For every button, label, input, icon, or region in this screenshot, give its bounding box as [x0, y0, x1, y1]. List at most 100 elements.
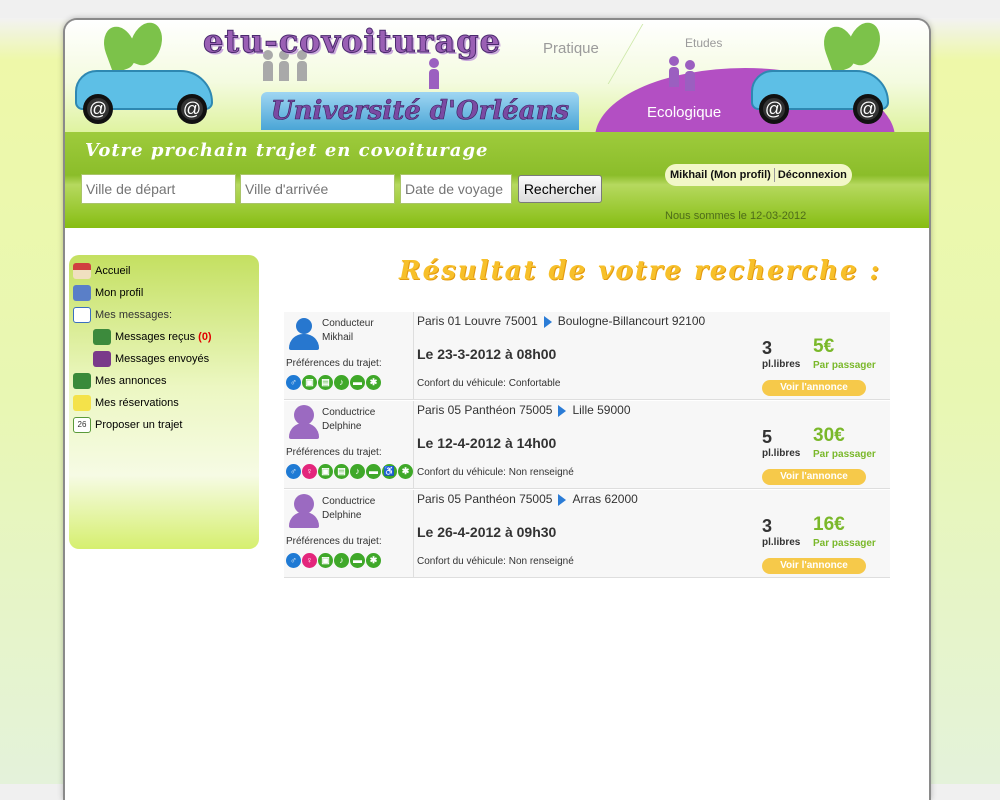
result-card: Conducteur Mikhail Préférences du trajet…	[284, 312, 890, 400]
driver-role: Conductrice	[322, 496, 376, 507]
luggage-pref-icon: ▣	[318, 464, 333, 479]
smoking-pref-icon: ▬	[350, 553, 365, 568]
profile-link[interactable]: Mikhail (Mon profil)	[670, 169, 771, 181]
sidebar-item-profile[interactable]: Mon profil	[73, 283, 143, 303]
site-banner: @ @ @ @ etu-covoiturage Université d'Orl…	[65, 20, 929, 132]
mail-icon	[73, 307, 91, 324]
arrow-right-icon	[558, 404, 567, 417]
music-pref-icon: ♪	[334, 553, 349, 568]
seats-label: pl.libres	[762, 448, 801, 459]
view-ad-button[interactable]: Voir l'annonce	[762, 380, 866, 396]
trip-date: Le 12-4-2012 à 14h00	[417, 435, 557, 451]
sidebar-item-my-ads[interactable]: Mes annonces	[73, 371, 167, 391]
female-avatar-icon	[288, 405, 320, 439]
search-band: Votre prochain trajet en covoiturage Rec…	[65, 132, 929, 228]
music-pref-icon: ♪	[334, 375, 349, 390]
vehicle-comfort: Confort du véhicule: Confortable	[417, 378, 561, 389]
preferences-label: Préférences du trajet:	[286, 536, 382, 547]
male-pref-icon: ♂	[286, 375, 301, 390]
lightbulb-icon	[73, 395, 91, 412]
turtle-icon	[73, 373, 91, 390]
arrival-input[interactable]	[240, 174, 395, 204]
preference-icons: ♂ ♀ ▣ ♪ ▬ ✱	[286, 550, 382, 568]
male-pref-icon: ♂	[286, 553, 301, 568]
price-label: Par passager	[813, 360, 876, 371]
calendar-icon: 26	[73, 417, 91, 434]
result-card: Conductrice Delphine Préférences du traj…	[284, 490, 890, 578]
sidebar-item-label: Messages envoyés	[115, 353, 210, 365]
result-card: Conductrice Delphine Préférences du traj…	[284, 401, 890, 489]
music-pref-icon: ♪	[350, 464, 365, 479]
seats-label: pl.libres	[762, 359, 801, 370]
driver-column: Conducteur Mikhail Préférences du trajet…	[284, 312, 414, 400]
female-pref-icon: ♀	[302, 464, 317, 479]
driver-column: Conductrice Delphine Préférences du traj…	[284, 401, 414, 489]
route-from: Paris 05 Panthéon 75005	[417, 492, 553, 506]
route-to: Boulogne-Billancourt 92100	[557, 314, 706, 328]
person-icon	[669, 56, 679, 87]
price-label: Par passager	[813, 449, 876, 460]
trip-price: 30€	[813, 425, 845, 446]
driver-role: Conductrice	[322, 407, 376, 418]
arrow-right-icon	[543, 315, 552, 328]
seats-available: 3	[762, 516, 773, 536]
route: Paris 05 Panthéon 75005 Lille 59000	[417, 403, 631, 417]
site-logo[interactable]: etu-covoiturage	[203, 22, 501, 61]
sidebar-item-messages-sent[interactable]: Messages envoyés	[93, 349, 209, 369]
trip-date: Le 26-4-2012 à 09h30	[417, 524, 557, 540]
route: Paris 01 Louvre 75001 Boulogne-Billancour…	[417, 314, 705, 328]
seats-available: 5	[762, 427, 773, 447]
sidebar-item-propose-trip[interactable]: 26 Proposer un trajet	[73, 415, 182, 435]
smoking-pref-icon: ▬	[366, 464, 381, 479]
unread-count: (0)	[198, 331, 212, 343]
logout-link[interactable]: Déconnexion	[778, 169, 847, 181]
search-button[interactable]: Rechercher	[518, 175, 602, 203]
preferences-label: Préférences du trajet:	[286, 447, 382, 458]
sidebar-item-label: Mes réservations	[95, 397, 179, 409]
university-name: Université d'Orléans	[261, 92, 579, 130]
sidebar-item-label: Messages reçus	[115, 331, 196, 343]
wheelchair-pref-icon: ♿	[382, 464, 397, 479]
sidebar-item-my-bookings[interactable]: Mes réservations	[73, 393, 179, 413]
person-icon	[685, 60, 695, 91]
driver-name[interactable]: Delphine	[322, 510, 361, 521]
route-to: Lille 59000	[572, 403, 631, 417]
male-pref-icon: ♂	[286, 464, 301, 479]
view-ad-button[interactable]: Voir l'annonce	[762, 558, 866, 574]
animal-pref-icon: ✱	[398, 464, 413, 479]
search-title: Votre prochain trajet en covoiturage	[85, 140, 489, 161]
vehicle-comfort: Confort du véhicule: Non renseigné	[417, 467, 574, 478]
price-label: Par passager	[813, 538, 876, 549]
sidebar-item-label: Accueil	[95, 265, 131, 277]
driver-name[interactable]: Mikhail	[322, 332, 353, 343]
sidebar-item-home[interactable]: Accueil	[73, 261, 130, 281]
preferences-label: Préférences du trajet:	[286, 358, 382, 369]
driver-role: Conducteur	[322, 318, 374, 329]
animal-pref-icon: ✱	[366, 375, 381, 390]
bag-pref-icon: ▤	[318, 375, 333, 390]
driver-column: Conductrice Delphine Préférences du traj…	[284, 490, 414, 578]
date-input[interactable]	[400, 174, 512, 204]
browser-top-strip	[0, 0, 1000, 18]
vehicle-comfort: Confort du véhicule: Non renseigné	[417, 556, 574, 567]
trip-price: 16€	[813, 514, 845, 535]
sidebar-messages-heading: Mes messages:	[73, 305, 172, 325]
view-ad-button[interactable]: Voir l'annonce	[762, 469, 866, 485]
sidebar-item-messages-received[interactable]: Messages reçus (0)	[93, 327, 212, 347]
trip-date: Le 23-3-2012 à 08h00	[417, 346, 557, 362]
user-pill: Mikhail (Mon profil) Déconnexion	[665, 164, 852, 186]
seats-available: 3	[762, 338, 773, 358]
luggage-pref-icon: ▣	[302, 375, 317, 390]
preference-icons: ♂ ▣ ▤ ♪ ▬ ✱	[286, 372, 382, 390]
current-date: Nous sommes le 12-03-2012	[665, 210, 807, 222]
preference-icons: ♂ ♀ ▣ ▤ ♪ ▬ ♿ ✱	[286, 461, 414, 479]
driver-name[interactable]: Delphine	[322, 421, 361, 432]
tag-pratique: Pratique	[543, 40, 599, 57]
departure-input[interactable]	[81, 174, 236, 204]
animal-pref-icon: ✱	[366, 553, 381, 568]
trip-price: 5€	[813, 336, 835, 357]
luggage-pref-icon: ▣	[318, 553, 333, 568]
route-from: Paris 05 Panthéon 75005	[417, 403, 553, 417]
smoking-pref-icon: ▬	[350, 375, 365, 390]
sidebar-item-label: Proposer un trajet	[95, 419, 183, 431]
